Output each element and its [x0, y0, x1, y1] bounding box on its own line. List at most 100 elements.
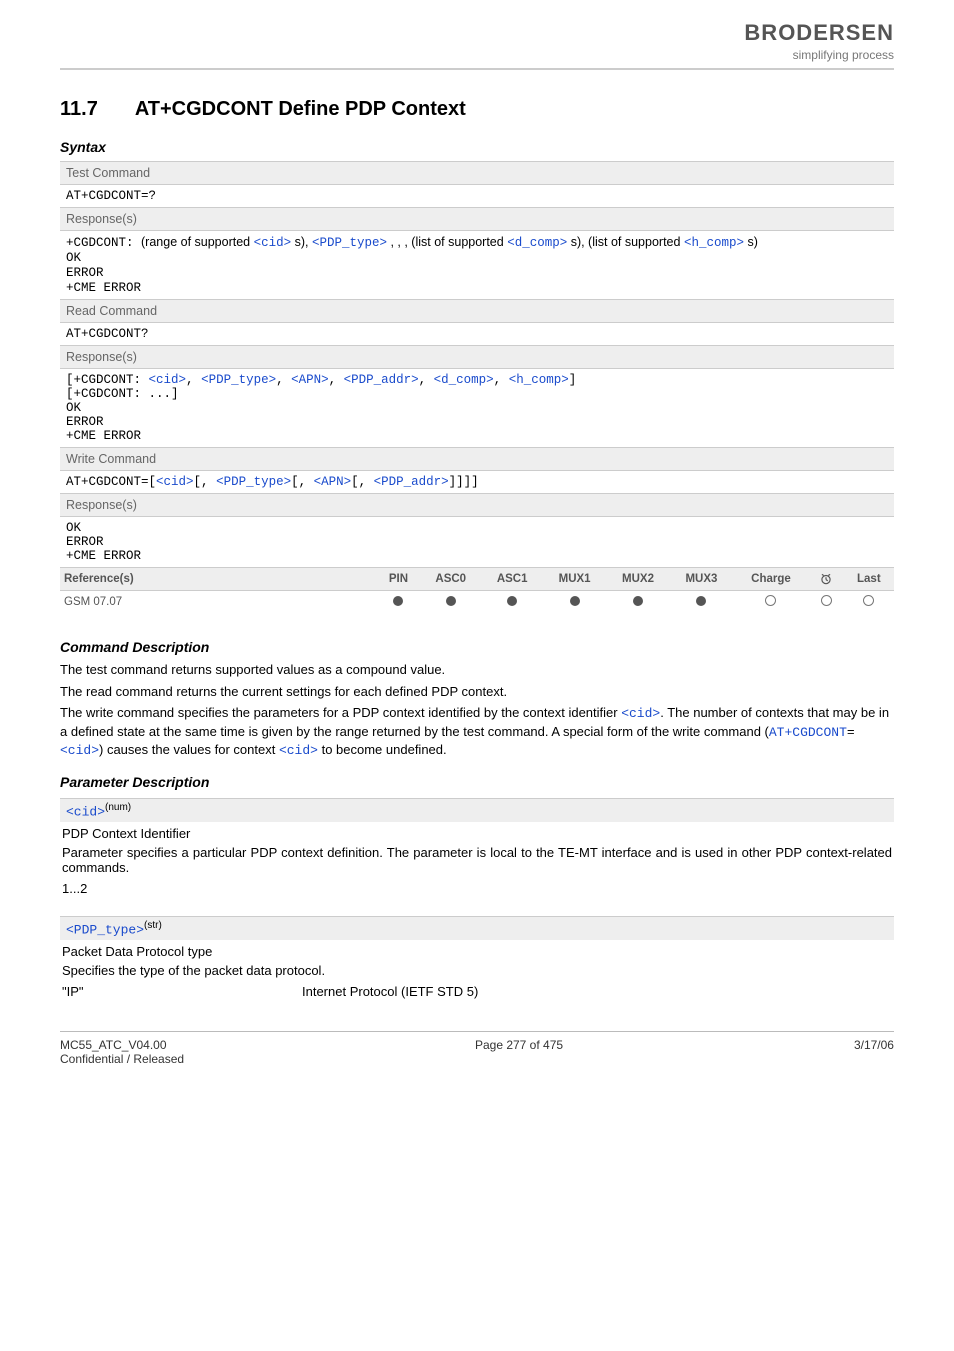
footer-right: 3/17/06	[854, 1038, 894, 1066]
footer-doc-id: MC55_ATC_V04.00	[60, 1038, 167, 1052]
write-cmd-label: Write Command	[60, 448, 894, 471]
write-resp-cme: +CME ERROR	[66, 549, 141, 563]
param-cid: <cid>	[156, 475, 194, 489]
param-pdp-type-val: Internet Protocol (IETF STD 5)	[302, 984, 478, 999]
param-h-comp: <h_comp>	[684, 236, 744, 250]
ref-header: Reference(s)	[60, 568, 377, 591]
wsep2: [,	[291, 475, 314, 489]
dot-charge	[733, 591, 809, 614]
col-mux3: MUX3	[670, 568, 733, 591]
param-h-comp: <h_comp>	[509, 373, 569, 387]
sep4: ,	[419, 373, 434, 387]
read-open-bracket: [	[66, 373, 74, 387]
brand-name: BRODERSEN	[744, 20, 894, 46]
p3-a: The write command specifies the paramete…	[60, 705, 621, 720]
sep3: ,	[329, 373, 344, 387]
col-asc0: ASC0	[420, 568, 481, 591]
syntax-table: Test Command AT+CGDCONT=? Response(s) +C…	[60, 161, 894, 567]
param-pdp-type-key: "IP"	[62, 984, 302, 999]
col-last: Last	[844, 568, 894, 591]
write-cmd-prefix: AT+CGDCONT=	[66, 475, 149, 489]
cmd-desc-p3: The write command specifies the paramete…	[60, 704, 894, 760]
footer-rule	[60, 1031, 894, 1032]
ref-row-label: GSM 07.07	[60, 591, 377, 614]
param-pdp-type-title: Packet Data Protocol type	[62, 944, 892, 959]
sep5: ,	[494, 373, 509, 387]
param-pdp-addr: <PDP_addr>	[344, 373, 419, 387]
read-resp-error: ERROR	[66, 415, 104, 429]
col-pin: PIN	[377, 568, 420, 591]
write-resp-error: ERROR	[66, 535, 104, 549]
read-resp-line2: [+CGDCONT: ...]	[66, 387, 179, 401]
write-cmd: AT+CGDCONT=[<cid>[, <PDP_type>[, <APN>[,…	[60, 471, 894, 494]
p3-c: ) causes the values for context	[99, 742, 279, 757]
param-pdp-type: <PDP_type>	[216, 475, 291, 489]
dot-mux1	[543, 591, 606, 614]
param-cid-range: 1...2	[62, 881, 892, 896]
dot-mux3	[670, 591, 733, 614]
param-cid: <cid>	[149, 373, 187, 387]
page-footer: MC55_ATC_V04.00 Confidential / Released …	[60, 1038, 894, 1066]
sep2: ,	[276, 373, 291, 387]
read-close-bracket: ]	[569, 373, 577, 387]
read-resp-ok: OK	[66, 401, 81, 415]
write-resp-body: OK ERROR +CME ERROR	[60, 517, 894, 568]
read-cmd-label: Read Command	[60, 300, 894, 323]
param-d-comp: <d_comp>	[507, 236, 567, 250]
read-resp-label: Response(s)	[60, 346, 894, 369]
param-pdp-type-block: <PDP_type>(str) Packet Data Protocol typ…	[60, 916, 894, 1011]
footer-left: MC55_ATC_V04.00 Confidential / Released	[60, 1038, 184, 1066]
param-cid-body: PDP Context Identifier Parameter specifi…	[60, 822, 894, 908]
dot-alarm	[809, 591, 844, 614]
sep1: ,	[186, 373, 201, 387]
section-title: 11.7 AT+CGDCONT Define PDP Context	[60, 98, 894, 121]
col-charge: Charge	[733, 568, 809, 591]
footer-center: Page 277 of 475	[475, 1038, 563, 1066]
wsep1: [,	[194, 475, 217, 489]
dot-asc1	[481, 591, 542, 614]
test-cmd: AT+CGDCONT=?	[60, 185, 894, 208]
param-cid-text: Parameter specifies a particular PDP con…	[62, 845, 892, 875]
param-cid-name: <cid>	[66, 804, 105, 819]
footer-confidential: Confidential / Released	[60, 1052, 184, 1066]
param-cid: <cid>	[254, 236, 292, 250]
p3-cmd: AT+CGDCONT	[769, 725, 847, 740]
dot-pin	[377, 591, 420, 614]
test-resp-body: +CGDCONT: (range of supported <cid> s), …	[60, 231, 894, 300]
cmd-desc-p2: The read command returns the current set…	[60, 683, 894, 701]
param-pdp-type-tag: <PDP_type>(str)	[60, 916, 894, 940]
test-resp-cme: +CME ERROR	[66, 281, 141, 295]
p3-cid2: <cid>	[60, 743, 99, 758]
param-pdp-type: <PDP_type>	[312, 236, 387, 250]
cmd-desc-p1: The test command returns supported value…	[60, 661, 894, 679]
test-resp-prefix: +CGDCONT:	[66, 236, 141, 250]
read-cmd: AT+CGDCONT?	[60, 323, 894, 346]
param-cid-block: <cid>(num) PDP Context Identifier Parame…	[60, 798, 894, 908]
param-apn: <APN>	[314, 475, 352, 489]
param-pdp-type-text: Specifies the type of the packet data pr…	[62, 963, 892, 978]
p3-eq: =	[847, 725, 855, 740]
dot-mux2	[606, 591, 669, 614]
test-resp-error: ERROR	[66, 266, 104, 280]
param-cid-sup: (num)	[105, 802, 131, 813]
section-number: 11.7	[60, 98, 130, 121]
write-open-bracket: [	[149, 475, 157, 489]
test-resp-after-cid: s),	[295, 235, 312, 249]
param-desc-heading: Parameter Description	[60, 774, 894, 790]
write-close: ]]]]	[449, 475, 479, 489]
col-mux2: MUX2	[606, 568, 669, 591]
dot-last	[844, 591, 894, 614]
brand-tagline: simplifying process	[744, 48, 894, 62]
reference-table: Reference(s) PIN ASC0 ASC1 MUX1 MUX2 MUX…	[60, 567, 894, 613]
param-pdp-type: <PDP_type>	[201, 373, 276, 387]
param-pdp-addr: <PDP_addr>	[374, 475, 449, 489]
param-pdp-type-sup: (str)	[144, 920, 162, 931]
alarm-icon	[819, 573, 833, 585]
col-alarm	[809, 568, 844, 591]
write-resp-ok: OK	[66, 521, 81, 535]
param-pdp-type-body: Packet Data Protocol type Specifies the …	[60, 940, 894, 1011]
param-apn: <APN>	[291, 373, 329, 387]
p3-cid: <cid>	[621, 706, 660, 721]
p3-d: to become undefined.	[318, 742, 447, 757]
test-resp-seg1: (range of supported	[141, 235, 250, 249]
